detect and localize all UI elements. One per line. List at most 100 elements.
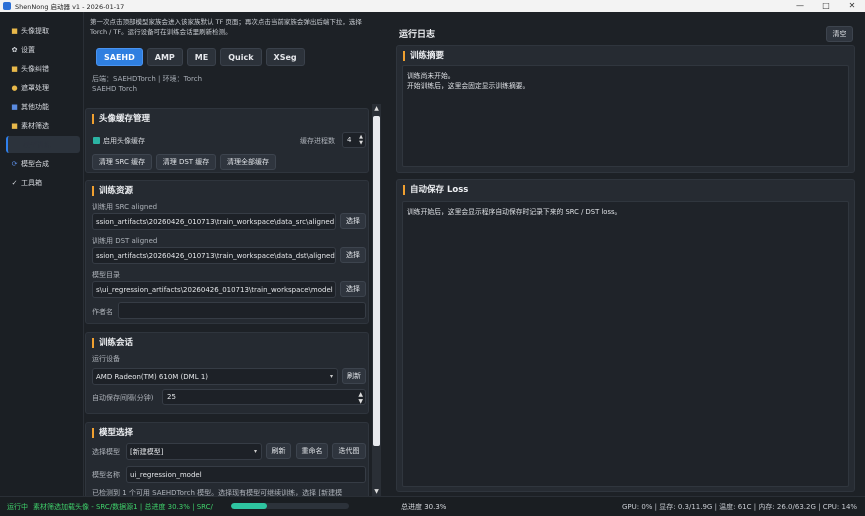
summary-line: 开始训练后，这里会固定显示训练摘要。 [407,82,530,90]
scroll-down-icon[interactable]: ▼ [372,487,381,496]
tab-saehd[interactable]: SAEHD [96,48,143,66]
sidebar-item-filter[interactable]: ■ 素材筛选 [6,117,80,134]
mask-icon: ● [11,83,18,92]
src-label: 训练用 SRC aligned [92,203,158,211]
tab-me[interactable]: ME [186,48,217,66]
enable-cache-checkbox[interactable] [93,137,100,144]
sidebar-item-label: 头像提取 [21,26,49,35]
section-title: 模型选择 [92,428,133,438]
log-title: 运行日志 [399,30,436,40]
sidebar-item-face-extract[interactable]: ■ 头像提取 [6,22,80,39]
tab-xseg[interactable]: XSeg [265,48,305,66]
model-select[interactable]: [新建模型] ▾ [126,443,262,460]
sidebar-item-merge[interactable]: ⟳ 模型合成 [6,155,80,172]
merge-icon: ⟳ [11,159,18,168]
sidebar-item-label: 其他功能 [21,102,49,111]
refresh-model-button[interactable]: 刷新 [266,443,291,459]
sidebar-item-other[interactable]: ■ 其他功能 [6,98,80,115]
select-model-label: 选择模型 [92,448,120,456]
dst-path-field[interactable]: ssion_artifacts\20260426_010713\train_wo… [92,247,336,264]
sidebar-item-label: 头像纠错 [21,64,49,73]
choose-src-button[interactable]: 选择 [340,213,366,229]
progress-fill [231,503,267,509]
model-name-field[interactable]: ui_regression_model [126,466,366,483]
clear-src-cache-button[interactable]: 清理 SRC 缓存 [92,154,152,170]
settings-scroll-area[interactable]: 头像缓存管理 启用头像缓存 缓存进程数 4 ▲ ▼ 清理 SRC 缓存 清理 DS… [85,104,369,496]
sidebar-item-label: 设置 [21,45,35,54]
model-detect-text: 已检测到 1 个可用 SAEHDTorch 模型。选择现有模型可继续训练，选择 … [92,489,343,496]
model-dir-field[interactable]: s\ui_regression_artifacts\20260426_01071… [92,281,336,298]
dst-label: 训练用 DST aligned [92,237,158,245]
maximize-button[interactable]: □ [813,0,839,12]
device-select[interactable]: AMD Radeon(TM) 610M (DML 1) ▾ [92,368,338,385]
status-bar: 运行中 素材筛选加载头像 - SRC/数据源1 | 总进度 30.3% | SR… [0,496,865,516]
summary-box: 训练尚未开始。 开始训练后，这里会固定显示训练摘要。 [402,65,849,167]
sidebar-item-face-fix[interactable]: ■ 头像纠错 [6,60,80,77]
choose-dst-button[interactable]: 选择 [340,247,366,263]
section-title: 训练资源 [92,186,133,196]
stepper-arrows-icon[interactable]: ▲ ▼ [358,391,363,405]
sidebar-item-toolbox[interactable]: ✓ 工具箱 [6,174,80,191]
scrollbar-thumb[interactable] [373,116,380,446]
model-name-label: 模型名称 [92,471,120,479]
mode-tabs: SAEHD AMP ME Quick XSeg [96,48,305,66]
check-icon: ✓ [11,178,18,187]
resources-section: 训练资源 训练用 SRC aligned ssion_artifacts\202… [85,180,369,324]
section-title: 训练摘要 [403,51,444,61]
autosave-value: 25 [167,393,176,401]
cache-section: 头像缓存管理 启用头像缓存 缓存进程数 4 ▲ ▼ 清理 SRC 缓存 清理 DS… [85,108,369,173]
rename-model-button[interactable]: 重命名 [296,443,328,459]
sidebar-item-settings[interactable]: ✿ 设置 [6,41,80,58]
folder-icon: ■ [11,121,18,130]
refresh-device-button[interactable]: 刷新 [342,368,366,384]
settings-scrollbar[interactable]: ▲ ▼ [372,104,381,496]
app-icon [3,2,11,10]
intro-text: 第一次点击顶部模型家族会进入该家族默认 TF 页面；再次点击当前家族会弹出后端下… [90,18,362,36]
clear-log-button[interactable]: 清空 [826,26,853,42]
scroll-up-icon[interactable]: ▲ [372,104,381,113]
autosave-label: 自动保存间隔(分钟) [92,394,154,402]
device-label: 运行设备 [92,355,120,363]
sidebar-item-mask[interactable]: ● 遮罩处理 [6,79,80,96]
folder-icon: ■ [11,64,18,73]
section-title: 训练会话 [92,338,133,348]
clear-dst-cache-button[interactable]: 清理 DST 缓存 [156,154,216,170]
sidebar-item-label: 模型合成 [21,159,49,168]
sidebar-item-label: 素材筛选 [21,121,49,130]
model-dir-label: 模型目录 [92,271,120,279]
status-running: 运行中 [7,502,28,511]
status-message: 素材筛选加载头像 - SRC/数据源1 | 总进度 30.3% | SRC/ [33,502,213,511]
system-stats: GPU: 0% | 显存: 0.3/11.9G | 温度: 61C | 内存: … [622,502,858,511]
folder-blue-icon: ■ [11,102,18,111]
backend-info: 后端：SAEHDTorch | 环境：Torch SAEHD Torch [92,74,202,94]
author-label: 作者名 [92,308,113,316]
sidebar-item-train[interactable]: 模型训练 [6,136,80,153]
section-title: 自动保存 Loss [403,185,468,195]
status-total: 总进度 30.3% [401,502,447,511]
tab-amp[interactable]: AMP [146,48,183,66]
chevron-down-icon: ▾ [329,373,333,380]
choose-model-dir-button[interactable]: 选择 [340,281,366,297]
minimize-button[interactable]: — [787,0,813,12]
close-button[interactable]: ✕ [839,0,865,12]
progress-bar [231,503,349,509]
author-field[interactable] [118,302,366,319]
session-section: 训练会话 运行设备 AMD Radeon(TM) 610M (DML 1) ▾ … [85,332,369,414]
tab-quick[interactable]: Quick [220,48,262,66]
stepper-arrows-icon[interactable]: ▲ ▼ [359,134,363,146]
sidebar-item-label: 遮罩处理 [21,83,49,92]
sidebar-item-label: 模型训练 [23,140,51,149]
enable-cache-label: 启用头像缓存 [103,137,145,145]
cache-proc-label: 缓存进程数 [300,137,335,145]
src-path-field[interactable]: ssion_artifacts\20260426_010713\train_wo… [92,213,336,230]
loss-box: 训练开始后，这里会显示程序自动保存时记录下来的 SRC / DST loss。 [402,201,849,487]
window-title: ShenNong 启动器 v1 - 2026-01-17 [15,3,125,11]
model-section: 模型选择 选择模型 [新建模型] ▾ 刷新 重命名 迭代图 模型名称 ui_re… [85,422,369,496]
autosave-stepper[interactable]: 25 ▲ ▼ [162,389,366,405]
loss-text: 训练开始后，这里会显示程序自动保存时记录下来的 SRC / DST loss。 [407,208,622,216]
clear-all-cache-button[interactable]: 清理全部缓存 [220,154,276,170]
cache-proc-stepper[interactable]: 4 ▲ ▼ [342,132,366,148]
iteration-graph-button[interactable]: 迭代图 [332,443,366,459]
summary-text: 训练尚未开始。 开始训练后，这里会固定显示训练摘要。 [407,71,529,91]
cache-proc-value: 4 [347,136,352,144]
